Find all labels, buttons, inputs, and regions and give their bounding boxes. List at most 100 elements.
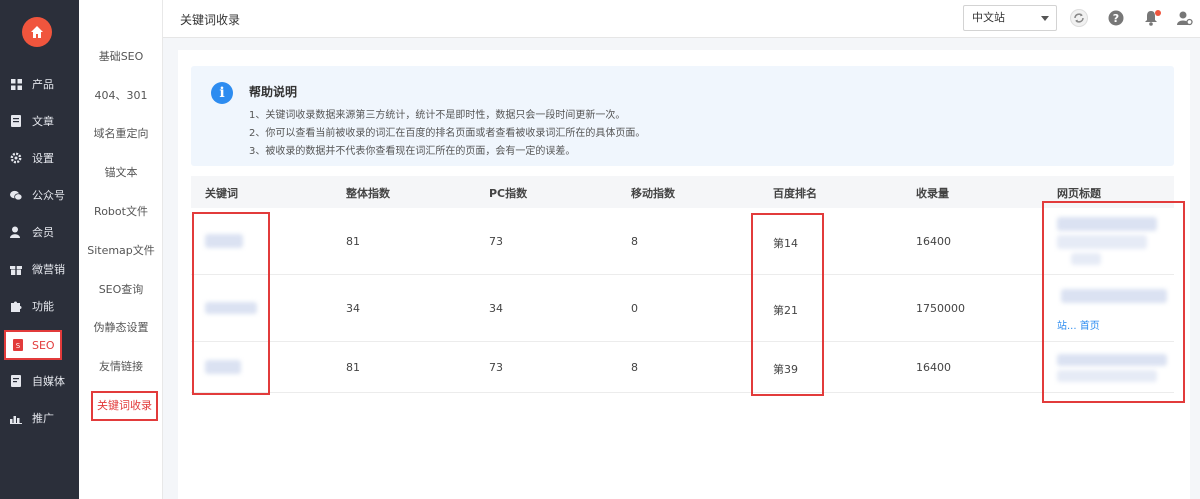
media-icon [10, 375, 22, 387]
header-baidu-rank: 百度排名 [773, 187, 817, 200]
header-keyword: 关键词 [205, 187, 238, 200]
submenu-item-robot-file[interactable]: Robot文件 [79, 204, 163, 220]
rail-item-features[interactable]: 功能 [0, 291, 79, 321]
help-panel: i 帮助说明 1、关键词收录数据来源第三方统计，统计不是即时性，数据只会一段时间… [191, 66, 1174, 166]
table-header: 关键词 整体指数 PC指数 移动指数 百度排名 收录量 网页标题 [191, 176, 1174, 208]
rail-item-label: 功能 [32, 300, 54, 313]
blurred-page-title [1057, 217, 1157, 231]
notifications-button[interactable] [1141, 8, 1161, 28]
header-mobile-index: 移动指数 [631, 187, 675, 200]
site-select-value: 中文站 [972, 11, 1005, 24]
blurred-page-title [1057, 354, 1167, 366]
cell-baidu-rank[interactable]: 第14 [773, 235, 798, 251]
help-icon: ? [1108, 10, 1124, 26]
help-button[interactable]: ? [1106, 8, 1126, 28]
svg-text:S: S [16, 342, 21, 350]
rail-item-label: 文章 [32, 115, 54, 128]
cell-pc-index: 73 [489, 235, 503, 248]
header-page-title: 网页标题 [1057, 187, 1101, 200]
cell-overall-index: 81 [346, 235, 360, 248]
submenu-item-sitemap-file[interactable]: Sitemap文件 [79, 243, 163, 259]
cell-overall-index: 81 [346, 361, 360, 374]
svg-text:?: ? [1113, 12, 1119, 25]
gift-icon [10, 263, 22, 275]
cell-baidu-rank[interactable]: 第39 [773, 361, 798, 377]
blurred-page-title [1057, 370, 1157, 382]
cell-pc-index: 34 [489, 302, 503, 315]
submenu-item-seo-query[interactable]: SEO查询 [79, 282, 163, 298]
grid-icon [10, 78, 22, 90]
page-title: 关键词收录 [180, 13, 241, 27]
cell-mobile-index: 8 [631, 235, 638, 248]
cell-pc-index: 73 [489, 361, 503, 374]
blurred-keyword [205, 234, 243, 248]
submenu-item-basic-seo[interactable]: 基础SEO [79, 49, 163, 65]
submenu-item-404-301[interactable]: 404、301 [79, 88, 163, 104]
table-row: 81 73 8 第14 16400 [191, 208, 1174, 275]
rail-item-label: 微营销 [32, 263, 65, 276]
cell-indexed-count: 16400 [916, 361, 951, 374]
submenu-item-pseudo-static[interactable]: 伪静态设置 [79, 320, 163, 336]
header-pc-index: PC指数 [489, 187, 528, 200]
refresh-icon [1070, 9, 1088, 27]
rail-item-label: 产品 [32, 78, 54, 91]
puzzle-icon [10, 300, 22, 312]
submenu-item-keyword-index[interactable]: 关键词收录 [91, 391, 158, 421]
chart-icon [10, 412, 22, 424]
help-line-3: 3、被收录的数据并不代表你查看现在词汇所在的页面，会有一定的误差。 [249, 146, 576, 157]
blurred-keyword [205, 360, 241, 374]
seo-submenu: 基础SEO 404、301 域名重定向 锚文本 Robot文件 Sitemap文… [79, 0, 163, 499]
refresh-button[interactable] [1069, 8, 1089, 28]
cell-mobile-index: 8 [631, 361, 638, 374]
info-icon: i [211, 82, 233, 104]
submenu-item-friend-links[interactable]: 友情链接 [79, 359, 163, 375]
user-icon [10, 226, 22, 238]
rail-item-label: 设置 [32, 152, 54, 165]
help-line-1: 1、关键词收录数据来源第三方统计，统计不是即时性，数据只会一段时间更新一次。 [249, 110, 626, 121]
rail-item-media[interactable]: 自媒体 [0, 366, 79, 396]
home-icon [31, 26, 43, 38]
page-title-link[interactable]: 站... 首页 [1057, 317, 1100, 332]
rail-item-label: 自媒体 [32, 375, 65, 388]
submenu-item-domain-redirect[interactable]: 域名重定向 [79, 126, 163, 142]
cell-mobile-index: 0 [631, 302, 638, 315]
main-content: i 帮助说明 1、关键词收录数据来源第三方统计，统计不是即时性，数据只会一段时间… [178, 50, 1190, 499]
notification-badge [1155, 10, 1161, 16]
rail-item-article[interactable]: 文章 [0, 106, 79, 136]
blurred-page-title [1057, 235, 1147, 249]
rail-item-seo[interactable]: S SEO [4, 330, 62, 360]
top-bar: 关键词收录 中文站 ? [163, 0, 1200, 38]
blurred-page-title [1061, 289, 1167, 303]
submenu-item-anchor-text[interactable]: 锚文本 [79, 165, 163, 181]
account-button[interactable] [1175, 8, 1195, 28]
table-row: 81 73 8 第39 16400 [191, 342, 1174, 393]
gear-icon [10, 152, 22, 164]
header-indexed-count: 收录量 [916, 187, 949, 200]
table-row: 34 34 0 第21 1750000 站... 首页 [191, 275, 1174, 342]
cell-indexed-count: 1750000 [916, 302, 965, 315]
rail-item-label: SEO [32, 338, 55, 352]
rail-item-label: 会员 [32, 226, 54, 239]
seo-icon: S [12, 339, 24, 351]
rail-item-label: 公众号 [32, 189, 65, 202]
cell-indexed-count: 16400 [916, 235, 951, 248]
home-button[interactable] [22, 17, 52, 47]
rail-item-product[interactable]: 产品 [0, 69, 79, 99]
rail-item-marketing[interactable]: 微营销 [0, 254, 79, 284]
document-icon [10, 115, 22, 127]
help-line-2: 2、你可以查看当前被收录的词汇在百度的排名页面或者查看被收录词汇所在的具体页面。 [249, 128, 646, 139]
cell-overall-index: 34 [346, 302, 360, 315]
blurred-page-title [1071, 253, 1101, 265]
wechat-icon [10, 189, 22, 201]
user-settings-icon [1177, 11, 1193, 26]
rail-item-label: 推广 [32, 412, 54, 425]
cell-baidu-rank[interactable]: 第21 [773, 302, 798, 318]
rail-item-settings[interactable]: 设置 [0, 143, 79, 173]
header-overall-index: 整体指数 [346, 187, 390, 200]
blurred-keyword [205, 302, 257, 314]
site-language-select[interactable]: 中文站 [963, 5, 1057, 31]
help-title: 帮助说明 [249, 85, 298, 99]
rail-item-promotion[interactable]: 推广 [0, 403, 79, 433]
rail-item-wechat[interactable]: 公众号 [0, 180, 79, 210]
rail-item-member[interactable]: 会员 [0, 217, 79, 247]
